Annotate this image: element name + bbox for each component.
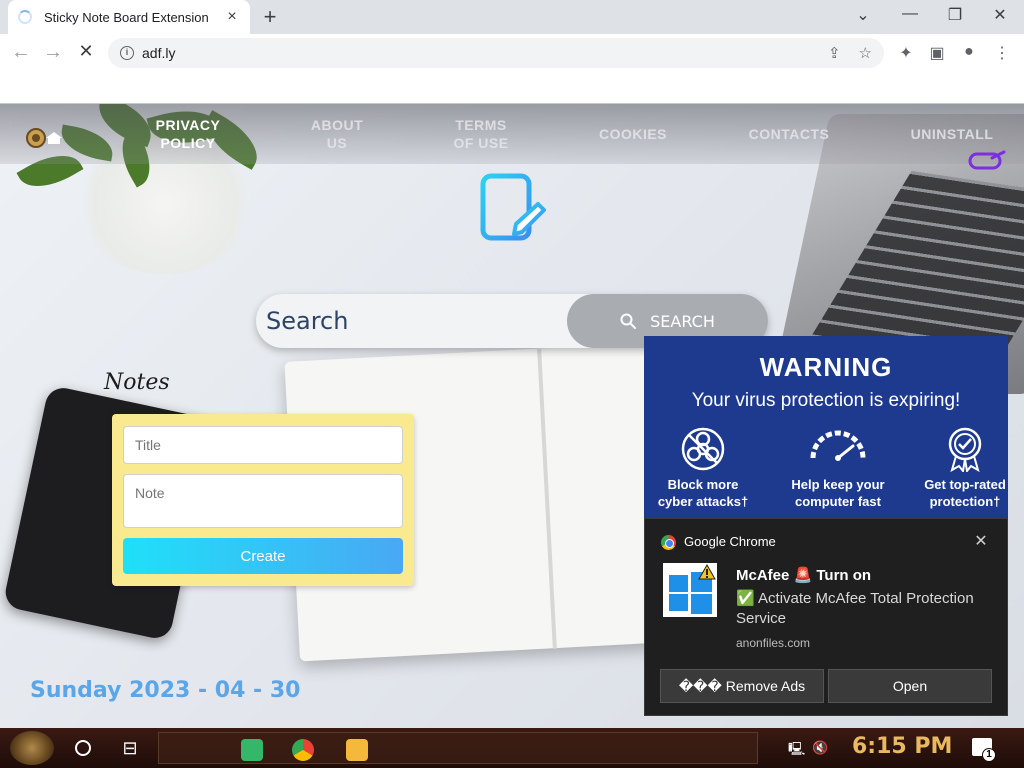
notification-count-badge: 1 — [982, 748, 996, 762]
nav-uninstall[interactable]: UNINSTALL — [902, 125, 1002, 143]
link-chain-icon[interactable] — [968, 148, 1010, 172]
file-explorer-icon[interactable] — [346, 739, 368, 761]
nav-cookies[interactable]: COOKIES — [588, 125, 678, 143]
chrome-notification[interactable]: Google Chrome ✕ McAfee 🚨 Turn on ✅ Activ… — [644, 518, 1008, 716]
warning-subtitle: Your virus protection is expiring! — [691, 390, 961, 411]
chrome-icon — [661, 535, 676, 550]
biohazard-icon — [681, 427, 725, 471]
search-input[interactable] — [266, 304, 566, 338]
tab-close-icon[interactable]: × — [224, 8, 240, 26]
browser-toolbar: ← → ✕ i adf.ly ⇪ ☆ ✦ ▣ ● ⋮ — [0, 34, 1024, 72]
nav-terms-of-use[interactable]: TERMS OF USE — [441, 116, 521, 152]
minimize-button[interactable]: — — [900, 5, 920, 23]
note-title-input[interactable] — [123, 426, 403, 464]
bookmark-star-icon[interactable]: ☆ — [859, 44, 872, 62]
search-button-label: SEARCH — [650, 311, 715, 331]
taskbar-apps — [158, 732, 758, 764]
start-button[interactable] — [10, 731, 54, 765]
clock[interactable]: 6:15 PM — [852, 734, 952, 759]
cortana-icon[interactable] — [75, 740, 91, 756]
site-nav: PRIVACY POLICY ABOUT US TERMS OF USE COO… — [0, 104, 1024, 164]
note-form: Create — [112, 414, 414, 586]
volume-muted-icon[interactable]: 🔇 — [812, 740, 828, 756]
close-window-button[interactable]: ✕ — [990, 5, 1010, 25]
tab-search-icon[interactable]: ⌄ — [853, 5, 873, 25]
new-tab-button[interactable]: + — [259, 4, 281, 30]
current-date: Sunday 2023 - 04 - 30 — [30, 678, 301, 703]
warning-title: WARNING — [759, 352, 893, 382]
loading-spinner-icon — [18, 10, 32, 24]
profile-icon[interactable]: ● — [959, 43, 979, 61]
notification-title: McAfee 🚨 Turn on — [736, 567, 872, 584]
restore-button[interactable]: ❐ — [945, 5, 965, 25]
notes-heading: Notes — [104, 370, 170, 395]
create-note-button[interactable]: Create — [123, 538, 403, 574]
back-button[interactable]: ← — [10, 41, 32, 64]
nav-contacts[interactable]: CONTACTS — [740, 125, 838, 143]
site-logo-icon[interactable] — [22, 124, 68, 150]
nav-about-us[interactable]: ABOUT US — [297, 116, 377, 152]
notification-source: anonfiles.com — [736, 636, 811, 650]
award-badge-icon — [948, 427, 982, 472]
warning-feature: Block more cyber attacks† — [648, 426, 758, 510]
stop-loading-button[interactable]: ✕ — [75, 41, 97, 62]
taskbar: ⊟ 🖳 🔇 6:15 PM 1 — [0, 728, 1024, 768]
side-panel-icon[interactable]: ▣ — [927, 43, 947, 63]
windows-warning-icon — [663, 563, 717, 617]
sticky-note-logo-icon — [480, 173, 546, 241]
notification-remove-ads-button[interactable]: ��� Remove Ads — [660, 669, 824, 703]
forward-button[interactable]: → — [42, 41, 64, 64]
tab-title: Sticky Note Board Extension — [44, 9, 209, 25]
notes-app-icon[interactable] — [241, 739, 263, 761]
tab-sticky-note[interactable]: Sticky Note Board Extension × — [8, 0, 250, 34]
task-view-icon[interactable]: ⊟ — [120, 738, 140, 759]
bookmark-bar — [0, 72, 1024, 104]
notification-message: ✅ Activate McAfee Total Protection Servi… — [736, 590, 974, 627]
extensions-icon[interactable]: ✦ — [896, 43, 916, 63]
notification-app-name: Google Chrome — [684, 534, 776, 549]
site-info-icon[interactable]: i — [120, 46, 134, 60]
speedometer-icon — [810, 430, 866, 461]
note-body-textarea[interactable] — [123, 474, 403, 528]
network-icon[interactable]: 🖳 — [788, 740, 805, 762]
notification-open-button[interactable]: Open — [828, 669, 992, 703]
warning-feature: Get top-rated protection† — [910, 426, 1020, 510]
notification-close-icon[interactable]: ✕ — [973, 531, 989, 551]
chrome-menu-icon[interactable]: ⋮ — [992, 43, 1012, 63]
nav-privacy-policy[interactable]: PRIVACY POLICY — [148, 116, 228, 152]
page-viewport: PRIVACY POLICY ABOUT US TERMS OF USE COO… — [0, 104, 1024, 728]
warning-feature: Help keep your computer fast — [783, 426, 893, 510]
address-bar[interactable]: i adf.ly ⇪ ☆ — [108, 38, 884, 68]
tab-strip: Sticky Note Board Extension × + ⌄ — ❐ ✕ — [0, 0, 1024, 34]
share-icon[interactable]: ⇪ — [828, 44, 841, 62]
chrome-taskbar-icon[interactable] — [292, 739, 314, 761]
warning-ad-banner[interactable]: WARNING Your virus protection is expirin… — [644, 336, 1008, 518]
search-icon — [620, 313, 637, 329]
url-text[interactable]: adf.ly — [142, 45, 810, 61]
